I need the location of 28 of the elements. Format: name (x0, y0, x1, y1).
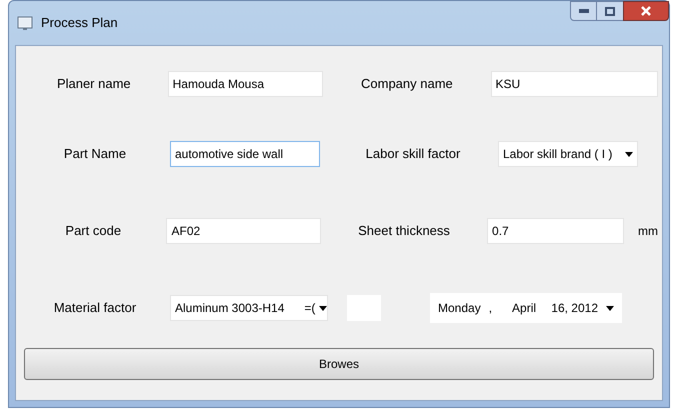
minimize-icon (578, 9, 588, 13)
text-field[interactable]: 0.7 (487, 218, 624, 244)
maximize-icon (605, 6, 615, 16)
field-label: Company name (361, 75, 453, 94)
text-field[interactable]: AF02 (166, 218, 322, 244)
close-button[interactable] (623, 1, 669, 21)
text-field[interactable]: KSU (490, 71, 658, 97)
field-label: Labor skill factor (366, 145, 460, 164)
dropdown-arrow-icon (606, 306, 614, 310)
window-icon (17, 15, 33, 31)
dropdown[interactable]: Aluminum 3003-H14 =( (170, 295, 328, 321)
text-field[interactable]: Hamouda Mousa (168, 71, 324, 97)
browse-button[interactable]: Browes (24, 348, 654, 380)
field-label: Part Name (64, 145, 126, 164)
unit-label: mm (638, 223, 658, 240)
date-picker[interactable]: Monday , April 16, 2012 (430, 293, 622, 323)
field-label: Planer name (56, 75, 131, 94)
field-label: Part code (65, 222, 122, 240)
minimize-button[interactable] (570, 1, 597, 21)
text-field[interactable]: automotive side wall (170, 141, 320, 167)
window-title: Process Plan (41, 14, 119, 32)
dropdown-arrow-icon (625, 152, 633, 156)
close-icon (641, 6, 651, 16)
field-label: Sheet thickness (358, 222, 450, 240)
field-label: Material factor (54, 299, 136, 318)
dropdown[interactable]: Labor skill brand ( I ) (498, 141, 638, 167)
maximize-button[interactable] (597, 1, 623, 21)
dropdown-arrow-icon (319, 306, 328, 310)
